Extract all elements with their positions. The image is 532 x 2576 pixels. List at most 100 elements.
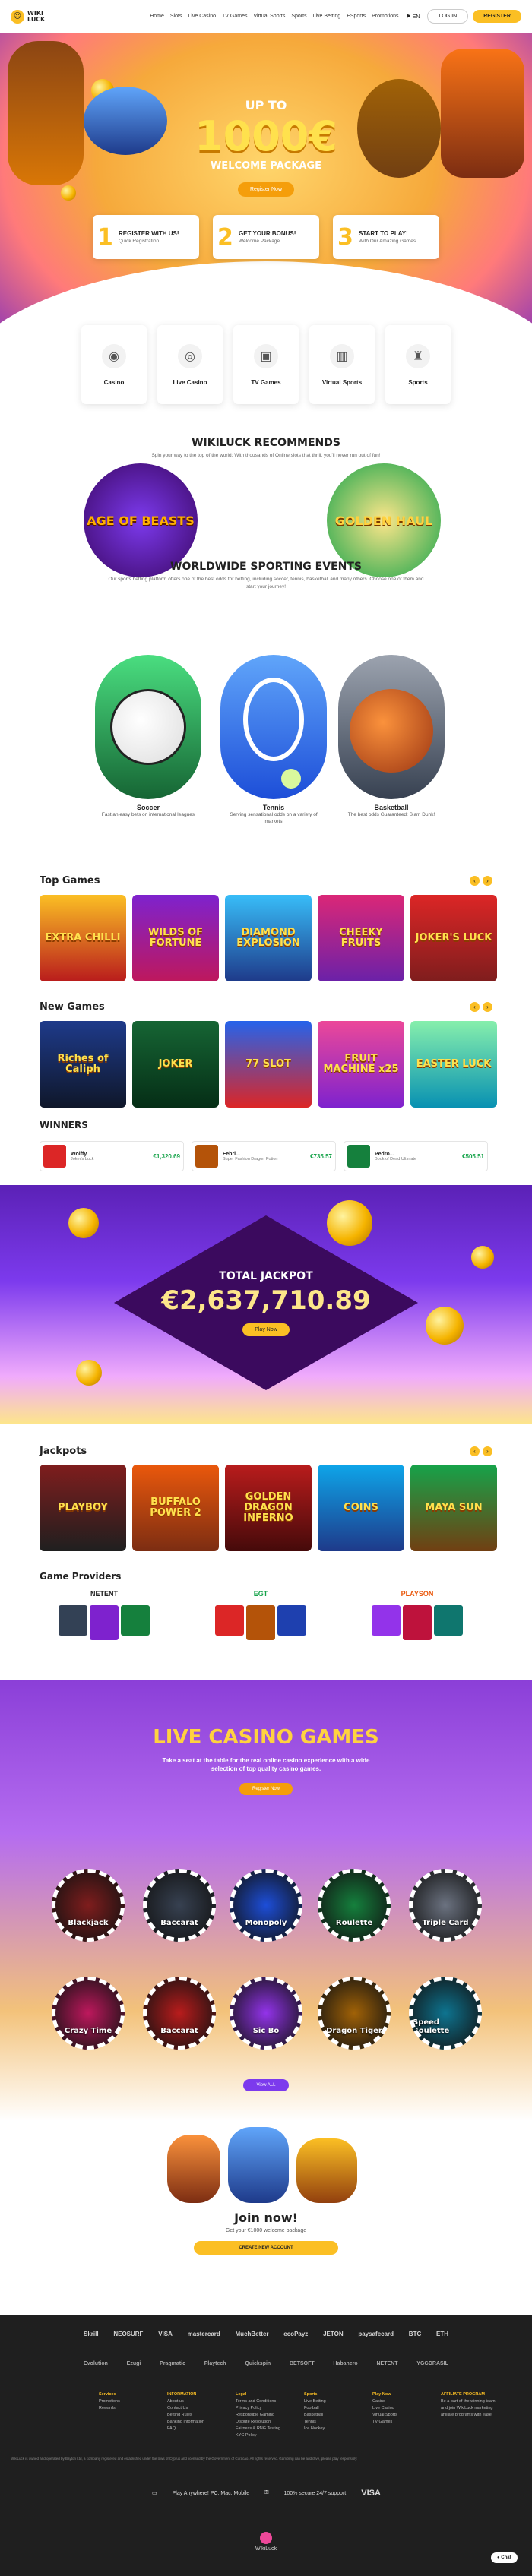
footer-link[interactable]: TV Games bbox=[372, 2419, 418, 2426]
game-tile[interactable]: CHEEKY FRUITS bbox=[318, 895, 404, 981]
footer-brand-logo[interactable]: WikiLuck bbox=[242, 2532, 290, 2552]
footer-col-heading[interactable]: AFFILIATE PROGRAM bbox=[441, 2391, 502, 2398]
step-sub: Welcome Package bbox=[239, 239, 280, 244]
view-all-button[interactable]: View ALL bbox=[243, 2079, 289, 2091]
footer-link[interactable]: Basketball bbox=[304, 2412, 350, 2419]
chevron-right-icon[interactable]: › bbox=[483, 876, 492, 886]
sport-card-tennis[interactable]: Tennis Serving sensational odds on a var… bbox=[220, 655, 327, 825]
footer-link[interactable]: Responsible Gaming bbox=[236, 2412, 281, 2419]
footer-link[interactable]: Virtual Sports bbox=[372, 2412, 418, 2419]
live-register-button[interactable]: Register Now bbox=[239, 1783, 293, 1795]
site-logo[interactable]: ☺ WIKI LUCK bbox=[11, 9, 45, 24]
provider-card[interactable]: PLAYSON bbox=[353, 1590, 482, 1640]
live-game-chip[interactable]: Blackjack bbox=[52, 1869, 125, 1942]
nav-slots[interactable]: Slots bbox=[170, 14, 182, 19]
live-game-chip[interactable]: Crazy Time bbox=[52, 1977, 125, 2050]
footer-link[interactable]: Terms and Conditions bbox=[236, 2398, 281, 2405]
live-game-chip[interactable]: Monopoly bbox=[230, 1869, 302, 1942]
game-tile[interactable]: FRUIT MACHINE x25 bbox=[318, 1021, 404, 1108]
chevron-right-icon[interactable]: › bbox=[483, 1446, 492, 1456]
footer-link[interactable]: Tennis bbox=[304, 2419, 350, 2426]
category-live-casino[interactable]: ◎ Live Casino bbox=[157, 325, 223, 404]
provider-card[interactable]: NETENT bbox=[40, 1590, 169, 1640]
chevron-left-icon[interactable]: ‹ bbox=[470, 1446, 480, 1456]
register-button[interactable]: REGISTER bbox=[473, 10, 521, 23]
nav-live-betting[interactable]: Live Betting bbox=[313, 14, 341, 19]
game-tile[interactable]: MAYA SUN bbox=[410, 1465, 497, 1551]
footer-link[interactable]: Contact Us bbox=[167, 2405, 213, 2412]
game-tile[interactable]: JOKER bbox=[132, 1021, 219, 1108]
chip-label: Triple Card bbox=[422, 1919, 469, 1927]
category-virtual-sports[interactable]: ▥ Virtual Sports bbox=[309, 325, 375, 404]
category-label: Sports bbox=[408, 378, 428, 386]
footer-link[interactable]: Promotions bbox=[99, 2398, 144, 2405]
game-tile[interactable]: COINS bbox=[318, 1465, 404, 1551]
footer-link[interactable]: Privacy Policy bbox=[236, 2405, 281, 2412]
game-tile[interactable]: JOKER'S LUCK bbox=[410, 895, 497, 981]
nav-live-casino[interactable]: Live Casino bbox=[188, 14, 216, 19]
jackpot-play-button[interactable]: Play Now bbox=[242, 1323, 290, 1336]
provider-game-thumb bbox=[246, 1605, 275, 1640]
category-casino[interactable]: ◉ Casino bbox=[81, 325, 147, 404]
chat-button[interactable]: ● Chat bbox=[491, 2552, 518, 2563]
nav-home[interactable]: Home bbox=[150, 14, 164, 19]
sport-card-soccer[interactable]: Soccer Fast an easy bets on internationa… bbox=[95, 655, 201, 818]
category-sports[interactable]: ♜ Sports bbox=[385, 325, 451, 404]
create-account-button[interactable]: CREATE NEW ACCOUNT bbox=[194, 2241, 338, 2255]
game-tile[interactable]: GOLDEN DRAGON INFERNO bbox=[225, 1465, 312, 1551]
steps-row: 1 REGISTER WITH US! Quick Registration 2 … bbox=[0, 215, 532, 259]
category-tv-games[interactable]: ▣ TV Games bbox=[233, 325, 299, 404]
winner-card[interactable]: Febri... Super Fashion Dragon Potion €735.… bbox=[192, 1141, 336, 1171]
nav-tv-games[interactable]: TV Games bbox=[222, 14, 247, 19]
winner-card[interactable]: Wolffy Joker's Luck €1,320.69 bbox=[40, 1141, 184, 1171]
nav-promotions[interactable]: Promotions bbox=[372, 14, 398, 19]
footer-link[interactable]: Live Betting bbox=[304, 2398, 350, 2405]
chevron-right-icon[interactable]: › bbox=[483, 1002, 492, 1012]
footer-link[interactable]: Football bbox=[304, 2405, 350, 2412]
chevron-left-icon[interactable]: ‹ bbox=[470, 1002, 480, 1012]
live-game-chip[interactable]: Speed Roulette bbox=[409, 1977, 482, 2050]
language-selector[interactable]: ⚑ EN bbox=[407, 14, 420, 20]
game-tile[interactable]: PLAYBOY bbox=[40, 1465, 126, 1551]
game-tile[interactable]: EXTRA CHILLI bbox=[40, 895, 126, 981]
sport-name: Tennis bbox=[262, 804, 285, 811]
game-tile[interactable]: BUFFALO POWER 2 bbox=[132, 1465, 219, 1551]
footer-link[interactable]: About us bbox=[167, 2398, 213, 2405]
game-tile[interactable]: 77 SLOT bbox=[225, 1021, 312, 1108]
login-button[interactable]: LOG IN bbox=[427, 9, 469, 24]
footer-link[interactable]: FAQ bbox=[167, 2426, 213, 2432]
live-game-chip[interactable]: Sic Bo bbox=[230, 1977, 302, 2050]
nav-sports[interactable]: Sports bbox=[291, 14, 306, 19]
nav-esports[interactable]: ESports bbox=[347, 14, 366, 19]
footer-link[interactable]: Fairness & RNG Testing bbox=[236, 2426, 281, 2432]
footer-link[interactable]: Banking Information bbox=[167, 2419, 213, 2426]
nav-virtual-sports[interactable]: Virtual Sports bbox=[253, 14, 285, 19]
footer-link[interactable]: Betting Rules bbox=[167, 2412, 213, 2419]
live-game-chip[interactable]: Roulette bbox=[318, 1869, 391, 1942]
winners-title: WINNERS bbox=[40, 1120, 88, 1130]
live-game-chip[interactable]: Triple Card bbox=[409, 1869, 482, 1942]
live-game-chip[interactable]: Baccarat bbox=[143, 1869, 216, 1942]
game-tile[interactable]: WILDS OF FORTUNE bbox=[132, 895, 219, 981]
game-tile[interactable]: Riches of Caliph bbox=[40, 1021, 126, 1108]
chevron-left-icon[interactable]: ‹ bbox=[470, 876, 480, 886]
footer-link[interactable]: Rewards bbox=[99, 2405, 144, 2412]
footer-link[interactable]: KYC Policy bbox=[236, 2432, 281, 2439]
live-game-chip[interactable]: Dragon Tiger bbox=[318, 1977, 391, 2050]
footer-link[interactable]: Ice Hockey bbox=[304, 2426, 350, 2432]
game-tile[interactable]: EASTER LUCK bbox=[410, 1021, 497, 1108]
winner-card[interactable]: Pedro... Book of Dead Ultimate €505.51 bbox=[344, 1141, 488, 1171]
game-title: COINS bbox=[344, 1502, 378, 1513]
sporting-title: WORLDWIDE SPORTING EVENTS bbox=[170, 561, 362, 573]
sport-card-basketball[interactable]: Basketball The best odds Guaranteed: Sla… bbox=[338, 655, 445, 818]
footer-link[interactable]: Casino bbox=[372, 2398, 418, 2405]
jackpot-banner: TOTAL JACKPOT €2,637,710.89 Play Now bbox=[0, 1185, 532, 1424]
provider-card[interactable]: EGT bbox=[196, 1590, 325, 1640]
hero-register-button[interactable]: Register Now bbox=[237, 182, 294, 197]
footer-col-heading: Services bbox=[99, 2392, 116, 2397]
game-tile[interactable]: DIAMOND EXPLOSION bbox=[225, 895, 312, 981]
live-casino-section: LIVE CASINO GAMES Take a seat at the tab… bbox=[0, 1680, 532, 2121]
footer-link[interactable]: Dispute Resolution bbox=[236, 2419, 281, 2426]
live-game-chip[interactable]: Baccarat bbox=[143, 1977, 216, 2050]
footer-link[interactable]: Live Casino bbox=[372, 2405, 418, 2412]
